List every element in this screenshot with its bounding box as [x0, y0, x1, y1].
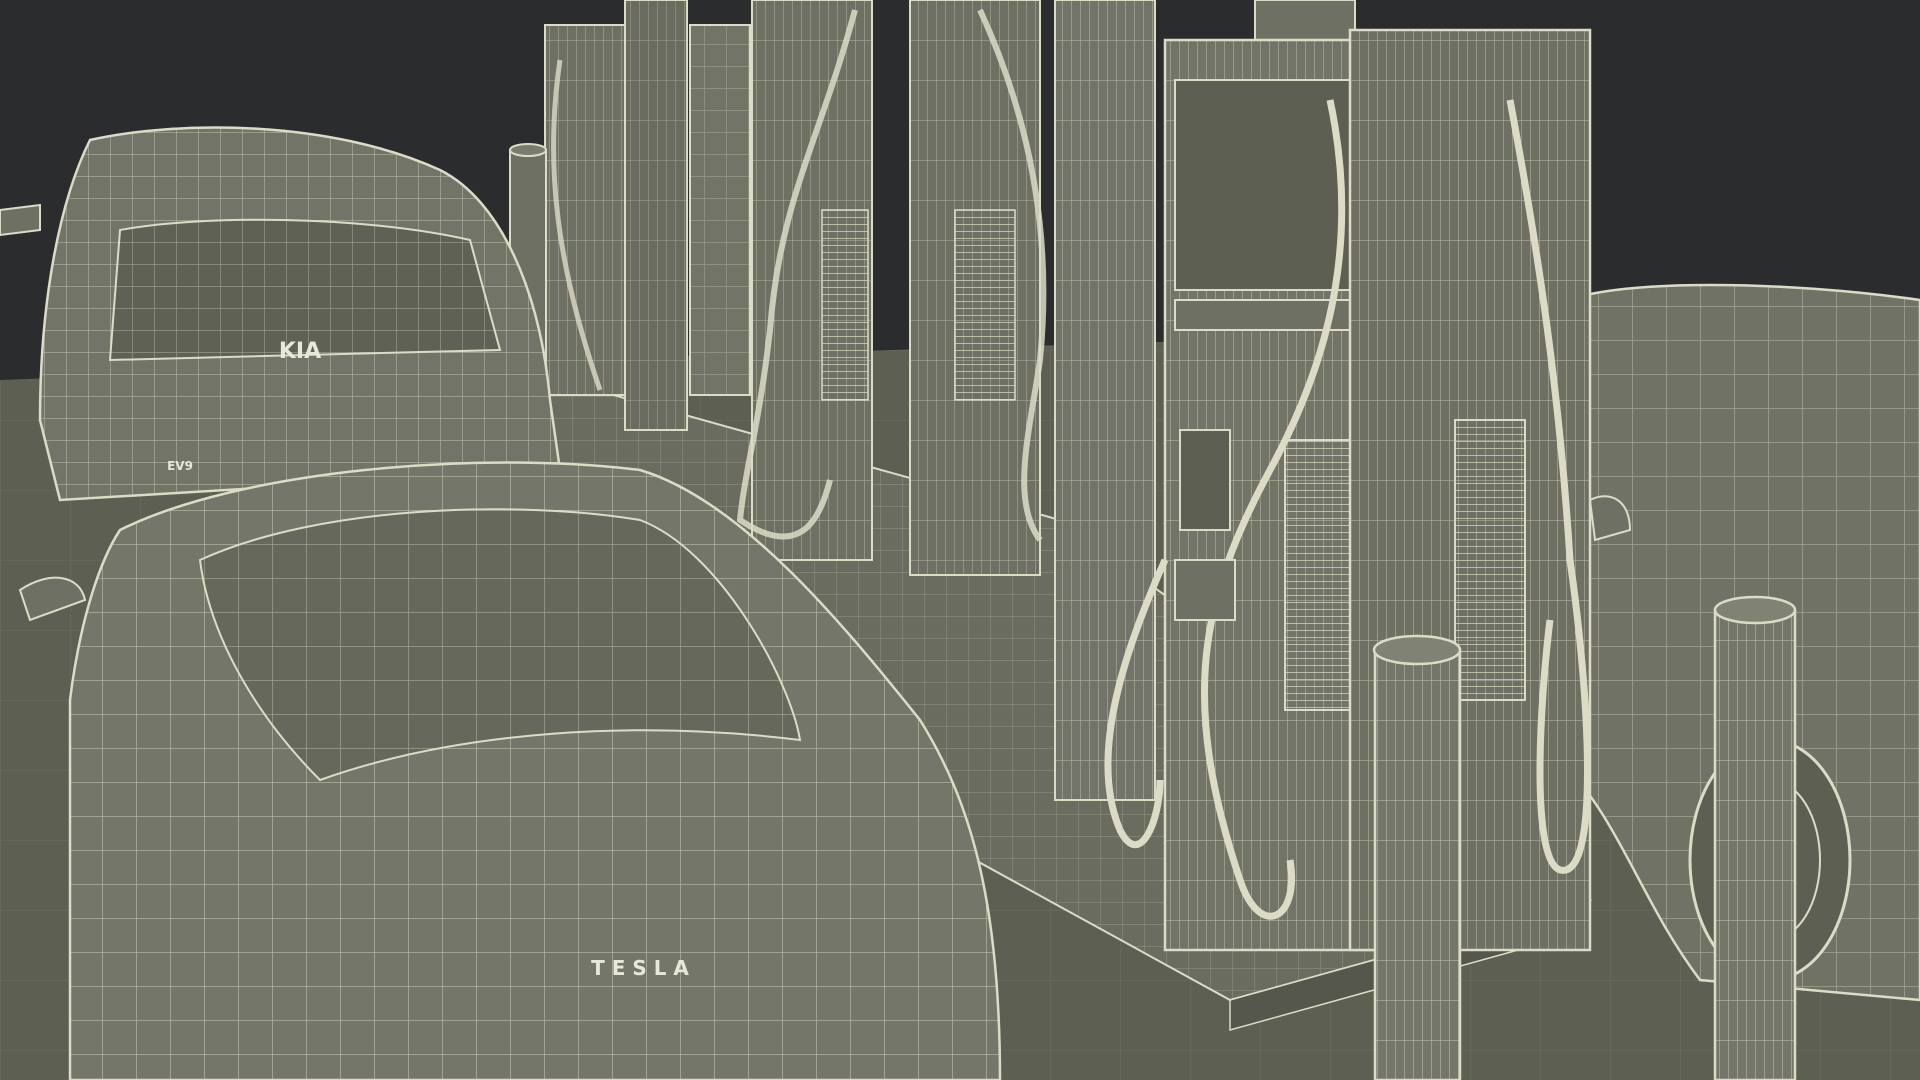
front-car-logo: T E S L A — [591, 956, 689, 980]
rear-car-logo: KIA — [279, 339, 321, 364]
wireframe-scene: KIA EV9 T E S L A — [0, 0, 1920, 1080]
rear-car-badge: EV9 — [167, 459, 193, 473]
front-bollard-2 — [1713, 595, 1797, 1080]
render-viewport: KIA EV9 T E S L A — [0, 0, 1920, 1080]
front-bollard-1 — [1372, 634, 1462, 1080]
